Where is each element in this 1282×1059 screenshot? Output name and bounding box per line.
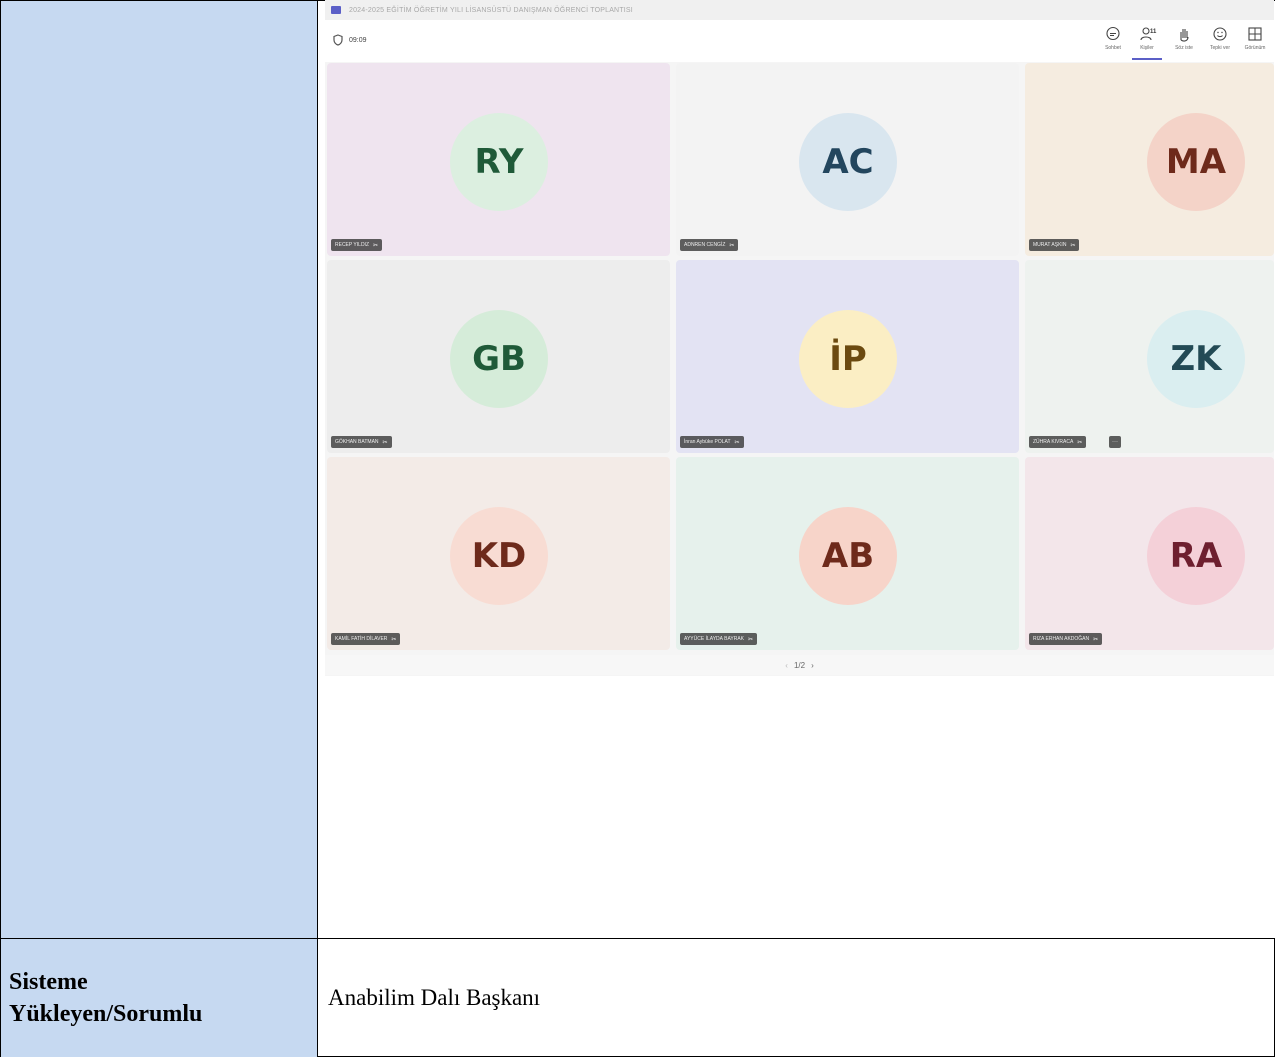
participant-name: KAMİL FATİH DİLAVER	[335, 636, 388, 642]
participant-name-tag: MURAT AŞKIN ✂	[1029, 239, 1080, 251]
participant-name: MURAT AŞKIN	[1033, 242, 1067, 248]
participant-name-tag: RIZA ERHAN AKDOĞAN ✂	[1029, 633, 1103, 645]
participant-name-tag: ZÜHRA KIVRACA ✂	[1029, 436, 1087, 448]
participant-name-tag: ADNREN CENGİZ ✂	[680, 239, 739, 251]
participant-tile[interactable]: MA MURAT AŞKIN ✂	[1025, 63, 1274, 256]
participant-tile[interactable]: RA RIZA ERHAN AKDOĞAN ✂	[1025, 457, 1274, 650]
participant-name: ADNREN CENGİZ	[684, 242, 726, 248]
mic-muted-icon: ✂	[391, 636, 397, 643]
participant-name: RECEP YILDIZ	[335, 242, 369, 248]
participant-avatar: AB	[799, 507, 897, 605]
teams-meeting-screenshot: 2024-2025 EĞİTİM ÖĞRETİM YILI LİSANSÜSTÜ…	[325, 0, 1274, 676]
raise-hand-label: Söz iste	[1175, 45, 1193, 51]
participant-avatar: GB	[450, 310, 548, 408]
meeting-toolbar: 09:09 Sohbet 11 Kişiler Söz iste Tepki v…	[325, 20, 1274, 62]
shield-icon	[333, 34, 343, 46]
gallery-pager: ‹ 1/2 ›	[325, 655, 1274, 675]
mic-muted-icon: ✂	[1077, 439, 1083, 446]
meeting-timer: 09:09	[333, 34, 367, 46]
participant-tile[interactable]: KD KAMİL FATİH DİLAVER ✂	[327, 457, 670, 650]
chat-button[interactable]: Sohbet	[1097, 26, 1129, 51]
participant-tile[interactable]: RY RECEP YILDIZ ✂	[327, 63, 670, 256]
timer-text: 09:09	[349, 36, 367, 44]
participant-name-tag: AYYÜCE İLAYDA BAYRAK ✂	[680, 633, 758, 645]
mic-muted-icon: ✂	[1093, 636, 1099, 643]
view-label: Görünüm	[1244, 45, 1266, 51]
mic-muted-icon: ✂	[748, 636, 754, 643]
people-button[interactable]: 11 Kişiler	[1131, 26, 1163, 51]
pager-prev-button[interactable]: ‹	[785, 661, 788, 670]
people-label: Kişiler	[1140, 45, 1154, 51]
pager-next-button[interactable]: ›	[811, 661, 814, 670]
participant-tile[interactable]: İP İnran Aybüke POLAT ✂	[676, 260, 1019, 453]
participant-name: İnran Aybüke POLAT	[684, 439, 731, 445]
responsible-label-line1: Sisteme	[9, 969, 88, 995]
teams-logo-icon	[331, 6, 341, 14]
mic-muted-icon: ✂	[373, 242, 379, 249]
participant-name-tag: GÖKHAN BATMAN ✂	[331, 436, 392, 448]
participant-tile[interactable]: AC ADNREN CENGİZ ✂	[676, 63, 1019, 256]
more-options-icon[interactable]: ···	[1109, 436, 1121, 448]
mic-muted-icon: ✂	[382, 439, 388, 446]
participant-name: AYYÜCE İLAYDA BAYRAK	[684, 636, 745, 642]
participant-name-tag: KAMİL FATİH DİLAVER ✂	[331, 633, 401, 645]
people-tab-indicator	[1132, 58, 1162, 60]
participant-name-tag: RECEP YILDIZ ✂	[331, 239, 383, 251]
participant-avatar: RY	[450, 113, 548, 211]
responsible-label: Sisteme Yükleyen/Sorumlu	[9, 966, 202, 1030]
mic-muted-icon: ✂	[1070, 242, 1076, 249]
participant-tile[interactable]: GB GÖKHAN BATMAN ✂	[327, 260, 670, 453]
react-button[interactable]: Tepki ver	[1204, 26, 1236, 51]
participant-name: GÖKHAN BATMAN	[335, 439, 379, 445]
raise-hand-icon	[1180, 29, 1189, 42]
react-label: Tepki ver	[1209, 45, 1230, 51]
left-header-cell	[1, 1, 318, 939]
responsible-label-cell: Sisteme Yükleyen/Sorumlu	[1, 939, 318, 1057]
people-count: 11	[1150, 29, 1157, 35]
participant-avatar: ZK	[1147, 310, 1245, 408]
participant-tile[interactable]: ZK ZÜHRA KIVRACA ✂ ···	[1025, 260, 1274, 453]
responsible-value-cell: Anabilim Dalı Başkanı	[318, 939, 1275, 1057]
chat-icon	[1106, 26, 1120, 41]
participant-avatar: RA	[1147, 507, 1245, 605]
react-icon	[1213, 27, 1227, 41]
participant-avatar: KD	[450, 507, 548, 605]
participant-tile[interactable]: AB AYYÜCE İLAYDA BAYRAK ✂	[676, 457, 1019, 650]
responsible-label-line2: Yükleyen/Sorumlu	[9, 1001, 203, 1027]
participant-name: ZÜHRA KIVRACA	[1033, 439, 1074, 445]
participant-name: RIZA ERHAN AKDOĞAN	[1033, 636, 1090, 642]
chat-label: Sohbet	[1105, 45, 1121, 51]
mic-muted-icon: ✂	[734, 439, 740, 446]
participant-avatar: MA	[1147, 113, 1245, 211]
raise-hand-button[interactable]: Söz iste	[1168, 26, 1200, 51]
responsible-value: Anabilim Dalı Başkanı	[328, 985, 541, 1010]
participant-name-tag: İnran Aybüke POLAT ✂	[680, 436, 744, 448]
participant-avatar: AC	[799, 113, 897, 211]
view-button[interactable]: Görünüm	[1239, 26, 1271, 51]
meeting-title: 2024-2025 EĞİTİM ÖĞRETİM YILI LİSANSÜSTÜ…	[349, 6, 633, 14]
view-icon	[1248, 27, 1262, 41]
participant-avatar: İP	[799, 310, 897, 408]
mic-muted-icon: ✂	[729, 242, 735, 249]
pager-label: 1/2	[793, 660, 806, 670]
meeting-title-bar: 2024-2025 EĞİTİM ÖĞRETİM YILI LİSANSÜSTÜ…	[325, 0, 1274, 20]
